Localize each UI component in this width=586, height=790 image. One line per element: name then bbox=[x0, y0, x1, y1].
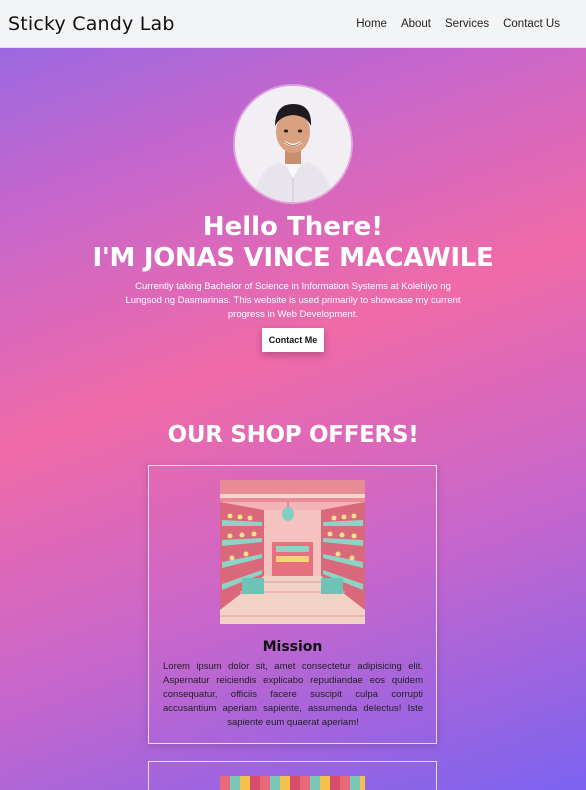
nav-link-home[interactable]: Home bbox=[356, 18, 387, 30]
hero-greeting: Hello There! bbox=[202, 212, 384, 242]
offers-title: OUR SHOP OFFERS! bbox=[167, 422, 419, 448]
nav-link-contact[interactable]: Contact Us bbox=[503, 18, 560, 30]
profile-avatar bbox=[235, 86, 351, 202]
offer-card-2 bbox=[148, 761, 437, 790]
card-title: Mission bbox=[262, 639, 323, 655]
nav-link-about[interactable]: About bbox=[401, 18, 431, 30]
navbar: Sticky Candy Lab Home About Services Con… bbox=[0, 0, 586, 48]
hero-name: I'M JONAS VINCE MACAWILE bbox=[92, 243, 494, 273]
offer-card: Mission Lorem ipsum dolor sit, amet cons… bbox=[148, 465, 437, 744]
candy-shop-image bbox=[220, 480, 365, 624]
card-text: Lorem ipsum dolor sit, amet consectetur … bbox=[163, 661, 423, 728]
nav-link-services[interactable]: Services bbox=[445, 18, 489, 30]
hero-bio: Currently taking Bachelor of Science in … bbox=[125, 281, 461, 320]
contact-me-button[interactable]: Contact Me bbox=[261, 328, 325, 352]
nav-links: Home About Services Contact Us bbox=[356, 18, 560, 30]
hero-section: Hello There! I'M JONAS VINCE MACAWILE Cu… bbox=[0, 86, 586, 352]
card-image-2 bbox=[220, 776, 365, 790]
brand-logo[interactable]: Sticky Candy Lab bbox=[8, 13, 175, 35]
